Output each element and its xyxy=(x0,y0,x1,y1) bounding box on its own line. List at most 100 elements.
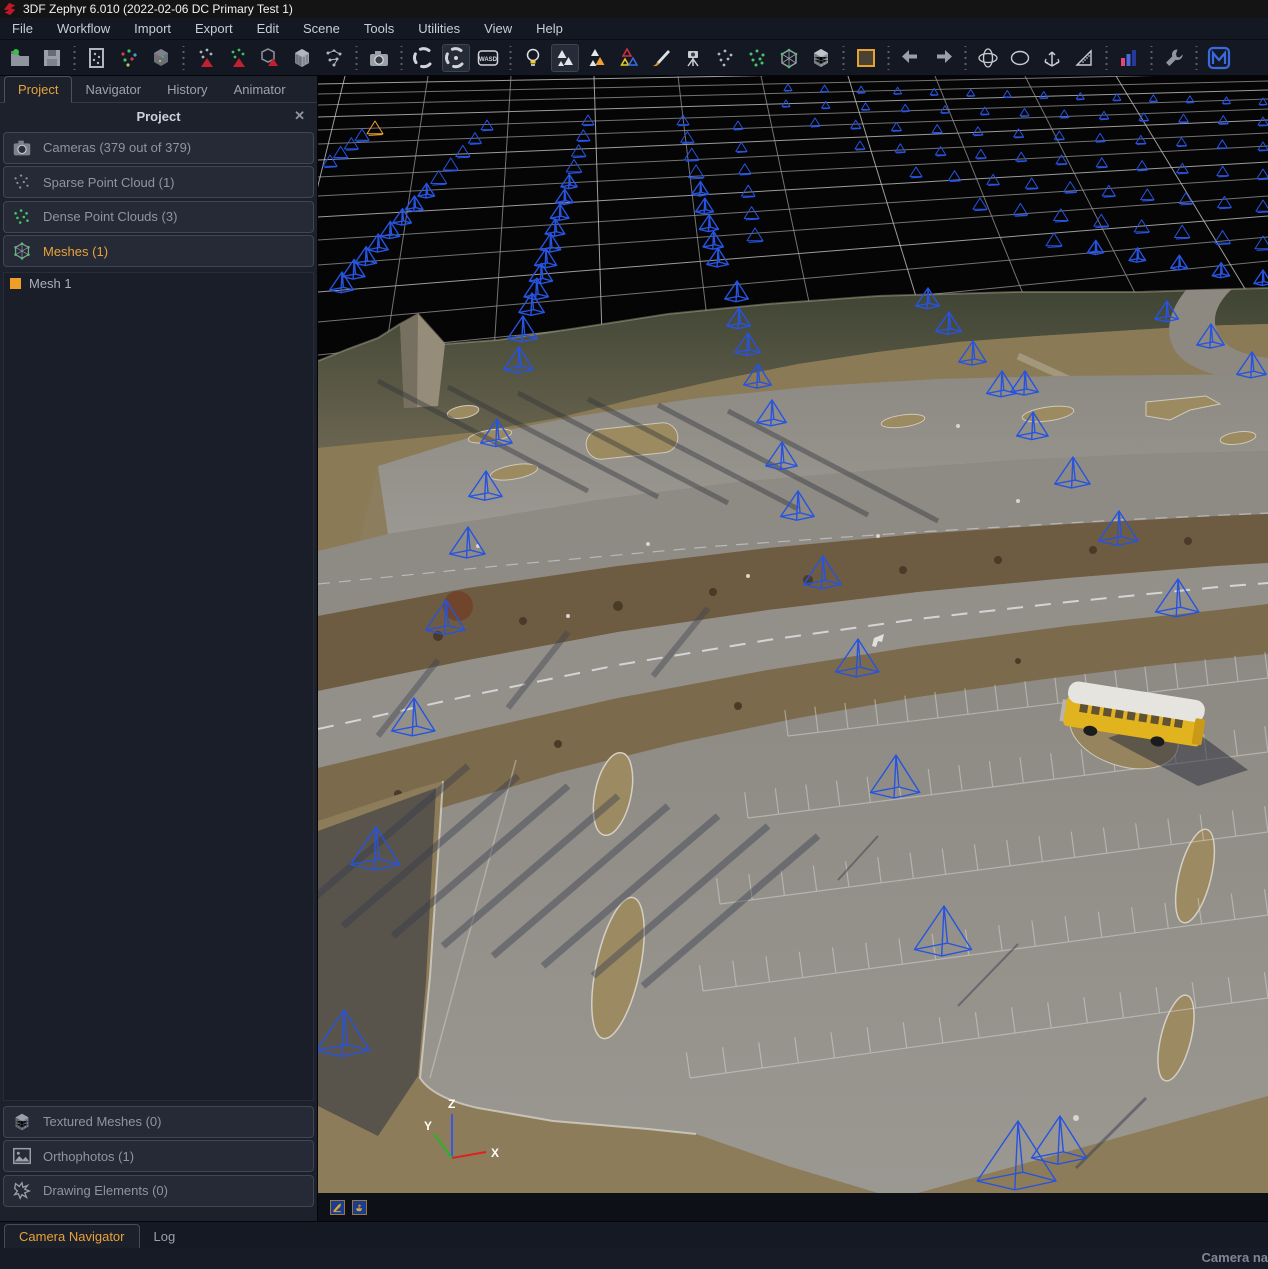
screenshot-camera-icon xyxy=(367,46,391,70)
paint-tool-button[interactable] xyxy=(647,44,675,72)
mesh-color-swatch xyxy=(10,278,21,289)
bottom-tab-log[interactable]: Log xyxy=(140,1225,190,1248)
main-toolbar: WASD xyxy=(0,40,1268,76)
sidebar-button-textured[interactable]: Textured Meshes (0) xyxy=(3,1106,314,1138)
show-sparse-cloud-button[interactable] xyxy=(711,44,739,72)
show-sparse-cloud-icon xyxy=(713,46,737,70)
sidebar-button-label: Dense Point Clouds (3) xyxy=(43,209,177,224)
toolbar-separator xyxy=(353,46,360,70)
orbit-gizmo-button[interactable] xyxy=(974,44,1002,72)
open-project-button[interactable] xyxy=(6,44,34,72)
settings-wrench-button[interactable] xyxy=(1160,44,1188,72)
sidebar-button-meshes[interactable]: Meshes (1) xyxy=(3,235,314,267)
3d-viewport[interactable]: ZXY xyxy=(318,76,1268,1193)
sidebar-button-drawing[interactable]: Drawing Elements (0) xyxy=(3,1175,314,1207)
camera-tripod-button[interactable] xyxy=(679,44,707,72)
stereo-processing-button[interactable] xyxy=(320,44,348,72)
extract-textured-mesh-button[interactable] xyxy=(288,44,316,72)
orthophotos-icon xyxy=(11,1145,33,1167)
sidebar-button-cameras[interactable]: Cameras (379 out of 379) xyxy=(3,132,314,164)
toolbar-separator xyxy=(71,46,78,70)
extract-textured-mesh-icon xyxy=(290,46,314,70)
selection-tool-button[interactable] xyxy=(852,44,880,72)
show-selected-cameras-button[interactable] xyxy=(583,44,611,72)
menu-item-tools[interactable]: Tools xyxy=(352,19,406,38)
menu-item-import[interactable]: Import xyxy=(122,19,183,38)
sparse-cloud-wizard-button[interactable] xyxy=(115,44,143,72)
app-logo-icon xyxy=(3,2,17,16)
window-title: 3DF Zephyr 6.010 (2022-02-06 DC Primary … xyxy=(23,2,293,16)
bottom-tab-camera-navigator[interactable]: Camera Navigator xyxy=(4,1224,140,1248)
toolbar-separator xyxy=(180,46,187,70)
toolbar-separator xyxy=(885,46,892,70)
orbit-mode-button[interactable] xyxy=(410,44,438,72)
circle-tool-button[interactable] xyxy=(1006,44,1034,72)
tab-project[interactable]: Project xyxy=(4,76,72,103)
sidebar-tabs: ProjectNavigatorHistoryAnimator xyxy=(0,76,317,103)
show-dense-cloud-button[interactable] xyxy=(743,44,771,72)
close-panel-icon[interactable]: ✕ xyxy=(294,108,305,124)
tab-history[interactable]: History xyxy=(154,77,220,102)
extract-sparse-button[interactable] xyxy=(192,44,220,72)
toolbar-separator xyxy=(1103,46,1110,70)
pen-tool-toggle[interactable] xyxy=(330,1200,345,1215)
extract-mesh-icon xyxy=(258,46,282,70)
dense-cloud-icon xyxy=(11,206,33,228)
project-wizard-button[interactable] xyxy=(83,44,111,72)
show-cameras-icon xyxy=(553,46,577,70)
project-wizard-icon xyxy=(85,46,109,70)
undo-button[interactable] xyxy=(897,44,925,72)
screenshot-camera-button[interactable] xyxy=(365,44,393,72)
bottom-tab-bar: Camera NavigatorLog xyxy=(0,1221,1268,1248)
sidebar-button-label: Orthophotos (1) xyxy=(43,1149,134,1164)
measure-tool-button[interactable] xyxy=(1070,44,1098,72)
sidebar-button-label: Sparse Point Cloud (1) xyxy=(43,175,175,190)
undo-icon xyxy=(899,46,923,70)
sidebar-button-label: Textured Meshes (0) xyxy=(43,1114,162,1129)
tab-animator[interactable]: Animator xyxy=(221,77,299,102)
wasd-navigation-button[interactable]: WASD xyxy=(474,44,502,72)
dense-cloud-wizard-button[interactable] xyxy=(147,44,175,72)
menu-item-scene[interactable]: Scene xyxy=(291,19,352,38)
menu-item-workflow[interactable]: Workflow xyxy=(45,19,122,38)
menu-item-edit[interactable]: Edit xyxy=(245,19,291,38)
orbit-around-point-icon xyxy=(444,46,468,70)
menu-item-help[interactable]: Help xyxy=(524,19,575,38)
sidebar-button-orthophotos[interactable]: Orthophotos (1) xyxy=(3,1140,314,1172)
masquerade-button[interactable] xyxy=(1205,44,1233,72)
list-item-mesh-1[interactable]: Mesh 1 xyxy=(4,273,313,295)
stereo-processing-icon xyxy=(322,46,346,70)
extract-dense-button[interactable] xyxy=(224,44,252,72)
lighting-button[interactable] xyxy=(519,44,547,72)
camera-visibility-button[interactable] xyxy=(615,44,643,72)
tab-navigator[interactable]: Navigator xyxy=(72,77,154,102)
sidebar-button-dense[interactable]: Dense Point Clouds (3) xyxy=(3,201,314,233)
cameras-icon xyxy=(11,137,33,159)
circle-tool-icon xyxy=(1008,46,1032,70)
extract-mesh-button[interactable] xyxy=(256,44,284,72)
show-textured-mesh-button[interactable] xyxy=(807,44,835,72)
save-project-button[interactable] xyxy=(38,44,66,72)
axis-label-y: Y xyxy=(424,1119,432,1133)
dense-cloud-wizard-icon xyxy=(149,46,173,70)
menu-item-view[interactable]: View xyxy=(472,19,524,38)
masquerade-icon xyxy=(1207,46,1231,70)
sparse-cloud-wizard-icon xyxy=(117,46,141,70)
orbit-around-point-button[interactable] xyxy=(442,44,470,72)
statistics-icon xyxy=(1117,46,1141,70)
menu-item-utilities[interactable]: Utilities xyxy=(406,19,472,38)
redo-button[interactable] xyxy=(929,44,957,72)
settings-wrench-icon xyxy=(1162,46,1186,70)
menu-item-export[interactable]: Export xyxy=(183,19,245,38)
pan-view-toggle[interactable] xyxy=(352,1200,367,1215)
menu-item-file[interactable]: File xyxy=(0,19,45,38)
show-cameras-button[interactable] xyxy=(551,44,579,72)
statistics-button[interactable] xyxy=(1115,44,1143,72)
show-mesh-icon xyxy=(777,46,801,70)
show-mesh-button[interactable] xyxy=(775,44,803,72)
sidebar-button-sparse[interactable]: Sparse Point Cloud (1) xyxy=(3,166,314,198)
sidebar-button-label: Drawing Elements (0) xyxy=(43,1183,168,1198)
drawing-elements-icon xyxy=(11,1180,33,1202)
move-tool-button[interactable] xyxy=(1038,44,1066,72)
panel-title: Project xyxy=(136,109,180,124)
